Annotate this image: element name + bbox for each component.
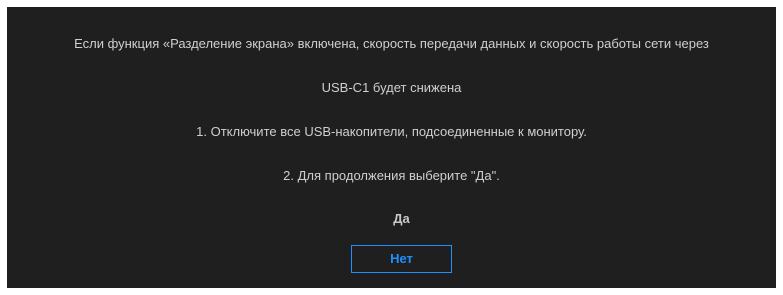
yes-button[interactable]: Да: [351, 205, 452, 233]
instruction-step-2: 2. Для продолжения выберите "Да".: [283, 168, 500, 183]
instruction-step-1: 1. Отключите все USB-накопители, подсоед…: [196, 124, 587, 139]
warning-message-line-1: Если функция «Разделение экрана» включен…: [74, 36, 709, 51]
warning-message-line-2: USB-C1 будет снижена: [321, 80, 462, 95]
usb-c-warning-dialog: Если функция «Разделение экрана» включен…: [7, 7, 776, 288]
no-button[interactable]: Нет: [351, 245, 452, 273]
